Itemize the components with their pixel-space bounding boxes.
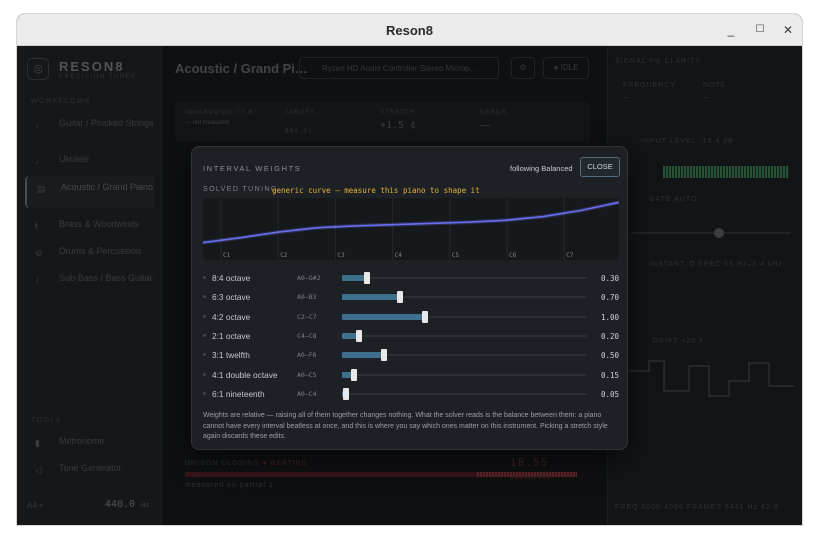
weight-slider-thumb[interactable]: [397, 291, 404, 304]
interval-name: 3:1 twelfth: [212, 350, 250, 361]
interval-weight-row: 6:3 octave A0–B3 0.70: [203, 288, 619, 307]
interval-name: 6:1 nineteenth: [212, 388, 265, 399]
weight-slider-track[interactable]: [342, 334, 587, 337]
weight-value: 0.15: [600, 370, 619, 380]
curve-octave-label: C2: [280, 252, 288, 259]
weight-slider-thumb[interactable]: [422, 310, 429, 323]
window-title: Reson8: [386, 23, 433, 38]
weight-slider-thumb[interactable]: [355, 329, 362, 342]
close-button[interactable]: CLOSE: [580, 157, 620, 177]
interval-weight-row: 6:1 nineteenth A0–C4 0.05: [203, 385, 619, 404]
weight-slider-fill: [342, 352, 384, 359]
interval-name: 8:4 octave: [212, 273, 251, 283]
weight-slider-fill: [342, 294, 401, 301]
interval-weight-row: 2:1 octave C4–C8 0.20: [203, 327, 619, 346]
minimize-button[interactable]: _: [722, 21, 740, 39]
interval-weights-dialog: INTERVAL WEIGHTS following Balanced CLOS…: [191, 146, 628, 450]
interval-name: 4:1 double octave: [212, 369, 278, 380]
interval-name: 6:3 octave: [212, 292, 251, 303]
interval-range: A0–C4: [297, 389, 317, 398]
weight-slider-track[interactable]: [342, 392, 587, 395]
weight-slider-fill: [342, 313, 426, 320]
dialog-title: INTERVAL WEIGHTS: [203, 164, 302, 173]
solved-tuning-label: SOLVED TUNING: [203, 186, 278, 193]
curve-octave-label: C4: [395, 252, 403, 259]
weight-slider-track[interactable]: [342, 277, 587, 279]
drag-handle-icon[interactable]: [203, 333, 206, 337]
curve-octave-label: C3: [337, 252, 345, 259]
weight-value: 0.50: [600, 351, 619, 361]
interval-range: A0–B3: [297, 293, 317, 302]
interval-range: A0–C5: [297, 370, 317, 379]
drag-handle-icon[interactable]: [203, 314, 206, 318]
weight-value: 0.30: [600, 274, 619, 283]
interval-name: 4:2 octave: [212, 311, 251, 322]
drag-handle-icon[interactable]: [203, 276, 206, 279]
curve-octave-label: C1: [223, 252, 231, 259]
curve-octave-label: C5: [452, 252, 460, 259]
maximize-button[interactable]: ☐: [751, 21, 769, 39]
weight-value: 1.00: [600, 312, 619, 322]
interval-range: C2–C7: [297, 312, 317, 321]
weight-slider-thumb[interactable]: [351, 368, 358, 381]
weight-value: 0.05: [600, 389, 619, 399]
following-preset: following Balanced: [510, 164, 573, 173]
interval-range: A0–G#2: [297, 274, 321, 282]
weight-value: 0.20: [600, 331, 619, 341]
weight-slider-thumb[interactable]: [380, 349, 387, 362]
interval-weight-row: 4:1 double octave A0–C5 0.15: [203, 366, 619, 385]
drag-handle-icon[interactable]: [203, 391, 206, 395]
curve-glow: [202, 200, 620, 245]
interval-weight-row: 4:2 octave C2–C7 1.00: [203, 308, 619, 327]
weights-footnote: Weights are relative — raising all of th…: [203, 412, 608, 440]
drag-handle-icon[interactable]: [203, 295, 206, 299]
drag-handle-icon[interactable]: [203, 372, 206, 376]
weight-slider-track[interactable]: [342, 373, 587, 376]
interval-weight-row: 3:1 twelfth A0–F6 0.50: [203, 346, 619, 365]
close-window-button[interactable]: ✕: [779, 21, 797, 39]
weight-slider-thumb[interactable]: [343, 387, 350, 400]
weight-slider-thumb[interactable]: [363, 272, 370, 284]
interval-range: C4–C8: [297, 331, 317, 340]
title-bar: Reson8 _ ☐ ✕: [17, 14, 802, 46]
tuning-curve: C1 C2 C3 C4 C5 C6 C7: [202, 198, 620, 260]
drag-handle-icon[interactable]: [203, 353, 206, 357]
weight-value: 0.70: [600, 293, 619, 303]
curve-octave-label: C6: [509, 252, 517, 259]
solved-tuning-value: generic curve — measure this piano to sh…: [272, 186, 480, 195]
tuning-curve-chart: C1 C2 C3 C4 C5 C6 C7: [202, 198, 620, 260]
app-window: Reson8 _ ☐ ✕ ◎ RESON8 PRECISION TUNER WO…: [17, 14, 802, 525]
app-body: ◎ RESON8 PRECISION TUNER WORKFLOWS ♪ Gui…: [17, 46, 802, 525]
interval-name: 2:1 octave: [212, 330, 251, 341]
interval-weight-row: 8:4 octave A0–G#2 0.30: [203, 269, 619, 288]
curve-octave-label: C7: [566, 252, 574, 259]
interval-range: A0–F6: [297, 351, 317, 360]
